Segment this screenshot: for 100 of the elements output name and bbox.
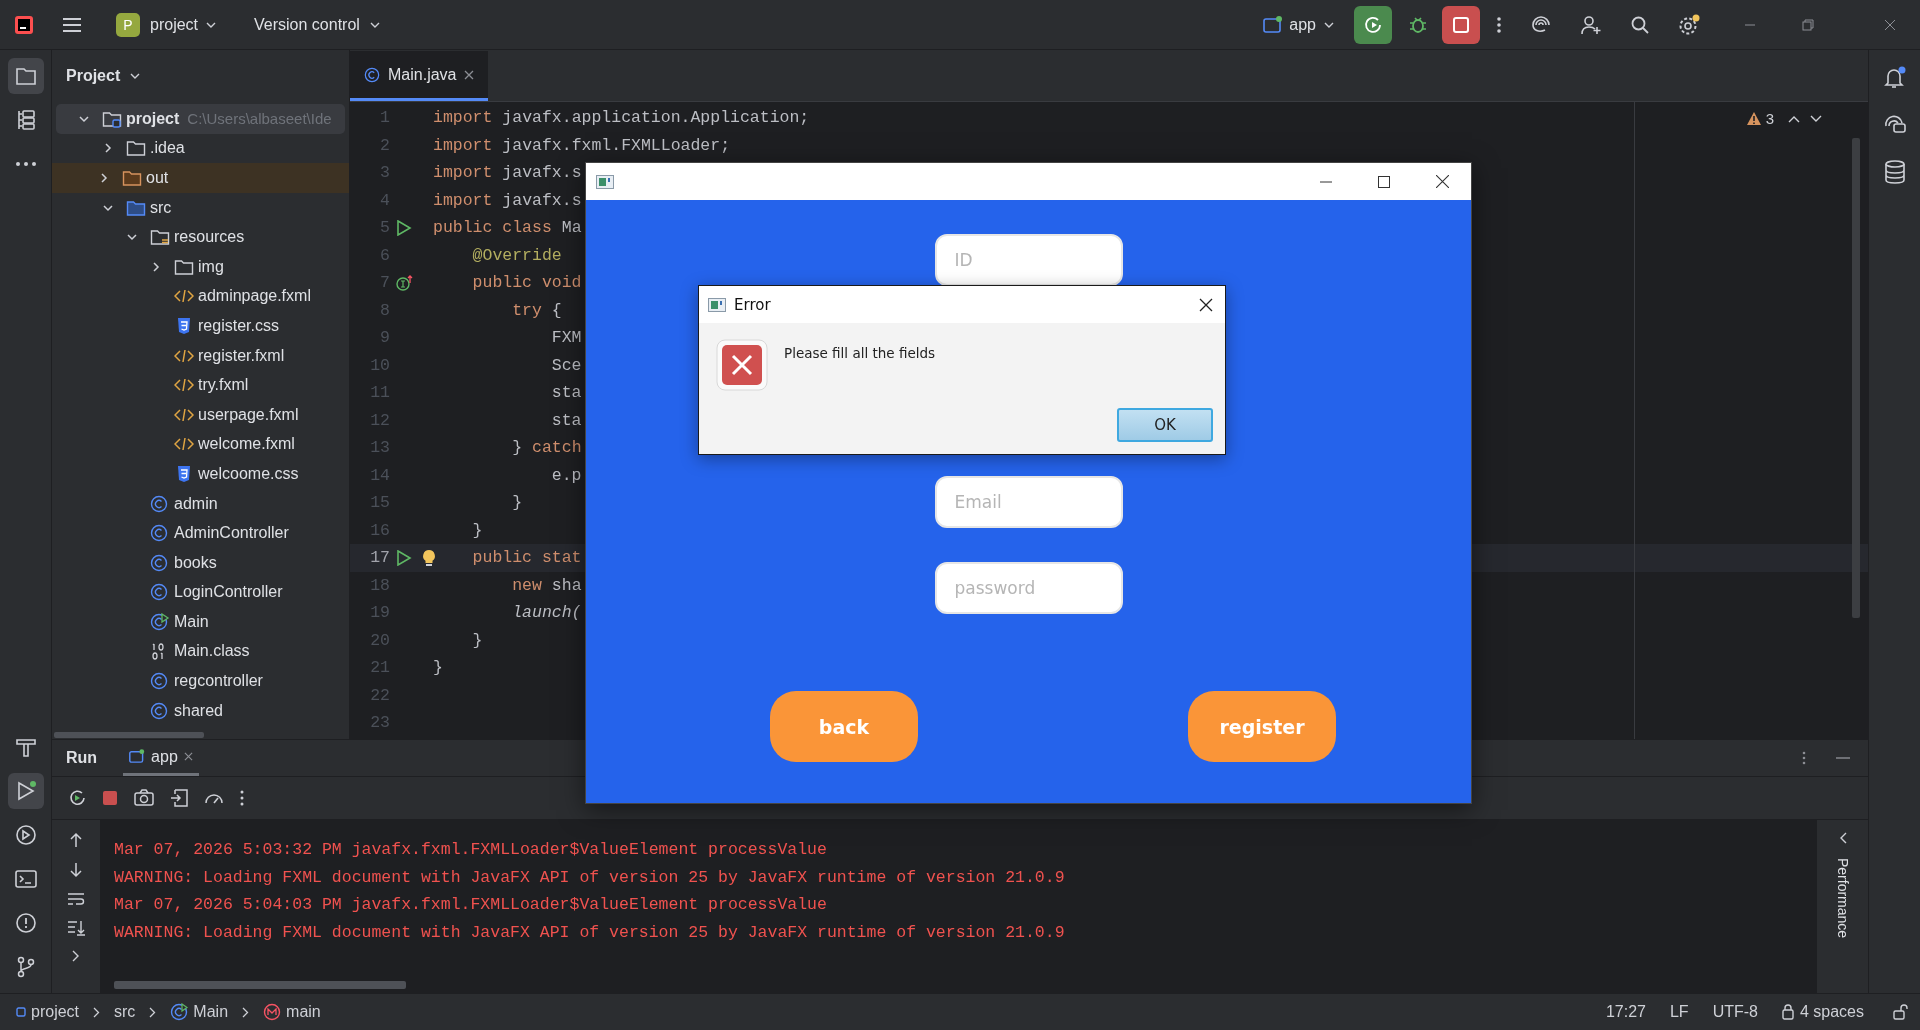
chevron-up-icon[interactable] <box>1788 114 1800 123</box>
chevron-down-icon[interactable] <box>1810 114 1822 123</box>
app-logo-icon[interactable] <box>14 14 34 35</box>
tree-item[interactable]: regcontroller <box>56 666 345 696</box>
arrow-up-icon[interactable] <box>69 832 83 848</box>
performance-tab[interactable]: Performance <box>1834 858 1851 939</box>
run-tab[interactable]: app <box>123 740 199 776</box>
version-control-menu[interactable]: Version control <box>248 11 386 38</box>
maximize-icon[interactable] <box>1378 175 1390 188</box>
search-icon[interactable] <box>1630 14 1650 35</box>
code-line: } <box>433 658 443 678</box>
tree-item[interactable]: Main.class <box>56 636 345 667</box>
scrollbar[interactable] <box>114 981 406 989</box>
tree-item[interactable]: img <box>56 251 345 282</box>
tree-item[interactable]: welcome.fxml <box>56 429 345 460</box>
tree-item[interactable]: src <box>56 192 345 223</box>
database-icon[interactable] <box>1883 160 1906 184</box>
code-line: import javafx.application.Application; <box>433 108 810 128</box>
run-gutter-icon[interactable] <box>396 549 412 566</box>
tree-item[interactable]: register.fxml <box>56 340 345 371</box>
project-tool-button[interactable] <box>7 58 44 94</box>
text-field[interactable]: ID <box>934 234 1123 286</box>
chevron-right-icon[interactable] <box>72 950 80 962</box>
project-selector[interactable]: P project <box>110 8 223 41</box>
spiral-icon[interactable] <box>1530 14 1552 35</box>
tree-item[interactable]: welcoome.css <box>56 459 345 489</box>
tree-item[interactable]: .idea <box>56 133 345 164</box>
code-line: sta <box>550 410 582 430</box>
menu-icon[interactable] <box>62 16 82 33</box>
stop-icon <box>1452 15 1470 34</box>
run-gutter-icon[interactable] <box>396 219 412 236</box>
console-line: WARNING: Loading FXML document with JavaFX API of version 25 by JavaFX runtime of version 21.0.9 <box>114 921 1066 944</box>
lock-icon[interactable] <box>1892 1004 1908 1020</box>
warning-count[interactable]: 3 <box>1765 110 1774 127</box>
tree-item[interactable]: out <box>52 163 349 193</box>
ok-button[interactable]: OK <box>1117 408 1213 442</box>
more-icon[interactable] <box>1496 15 1502 34</box>
more-icon[interactable] <box>240 790 244 806</box>
tree-item[interactable]: books <box>56 547 345 578</box>
text-field[interactable]: Email <box>934 476 1123 528</box>
add-user-icon[interactable] <box>1580 14 1602 35</box>
code-line: import javafx.s <box>433 190 582 210</box>
tree-item[interactable]: adminpage.fxml <box>56 281 345 312</box>
window-icon <box>596 174 614 189</box>
indent-setting[interactable]: 4 spaces <box>1781 1003 1864 1021</box>
tree-item[interactable]: try.fxml <box>56 370 345 400</box>
arrow-down-icon[interactable] <box>69 862 83 878</box>
file-encoding[interactable]: UTF-8 <box>1712 1003 1758 1021</box>
tree-item[interactable]: admin <box>56 488 345 519</box>
more-icon <box>14 161 37 167</box>
chevron-right-icon[interactable] <box>98 172 110 184</box>
bug-icon[interactable] <box>1408 14 1428 35</box>
code-line: } <box>471 520 483 540</box>
run-tool-button[interactable] <box>7 773 44 809</box>
more-icon[interactable] <box>1802 751 1806 765</box>
stop-icon[interactable] <box>102 790 118 806</box>
restore-icon[interactable] <box>1802 18 1814 31</box>
code-line: import javafx.s <box>433 163 582 183</box>
app-window-icon <box>129 749 146 764</box>
cursor-position[interactable]: 17:27 <box>1605 1003 1646 1021</box>
soft-wrap-icon[interactable] <box>67 892 85 906</box>
scrollbar[interactable] <box>54 732 204 738</box>
exit-icon[interactable] <box>170 789 188 807</box>
run-configuration-selector[interactable]: app <box>1259 11 1338 38</box>
tree-item[interactable]: Main <box>56 607 345 637</box>
tree-item[interactable]: project C:\Users\albaseet\Ide <box>56 104 345 134</box>
editor-tab[interactable]: Main.java <box>350 51 489 101</box>
breadcrumb[interactable]: src <box>114 1003 136 1021</box>
lightbulb-icon[interactable] <box>422 548 436 567</box>
tree-item[interactable]: userpage.fxml <box>56 399 345 430</box>
chevron-left-icon[interactable] <box>1838 832 1847 844</box>
settings-icon[interactable] <box>1678 13 1700 36</box>
camera-icon[interactable] <box>134 789 154 807</box>
warning-icon[interactable] <box>1745 111 1762 126</box>
breadcrumb[interactable]: Main <box>170 1003 229 1021</box>
project-panel-title[interactable]: Project <box>52 50 141 102</box>
stop-button[interactable] <box>1442 5 1480 44</box>
code-file-icon <box>174 347 194 364</box>
breadcrumb[interactable]: project <box>16 1003 80 1021</box>
breadcrumb[interactable]: main <box>263 1003 321 1021</box>
close-icon[interactable] <box>1436 175 1449 188</box>
implements-gutter-icon[interactable] <box>396 273 414 292</box>
close-icon[interactable] <box>1199 297 1213 312</box>
scroll-to-end-icon[interactable] <box>67 920 85 936</box>
tree-item[interactable]: resources <box>56 222 345 252</box>
code-line: } <box>511 493 523 513</box>
tree-item[interactable]: register.css <box>56 311 345 341</box>
tree-item[interactable]: shared <box>56 695 345 726</box>
chevron-right-icon[interactable] <box>102 142 114 155</box>
text-field[interactable]: password <box>934 562 1123 614</box>
tree-item[interactable]: AdminController <box>56 518 345 548</box>
tree-item[interactable]: LoginController <box>56 577 345 608</box>
run-panel-title: Run <box>66 749 98 767</box>
chat-icon[interactable] <box>1882 114 1907 136</box>
line-ending[interactable]: LF <box>1669 1003 1689 1021</box>
notifications-icon[interactable] <box>1882 66 1907 90</box>
rerun-button[interactable] <box>1354 5 1392 44</box>
rerun-icon[interactable] <box>68 789 86 807</box>
scrollbar[interactable] <box>1852 138 1860 618</box>
chevron-right-icon[interactable] <box>150 260 162 273</box>
